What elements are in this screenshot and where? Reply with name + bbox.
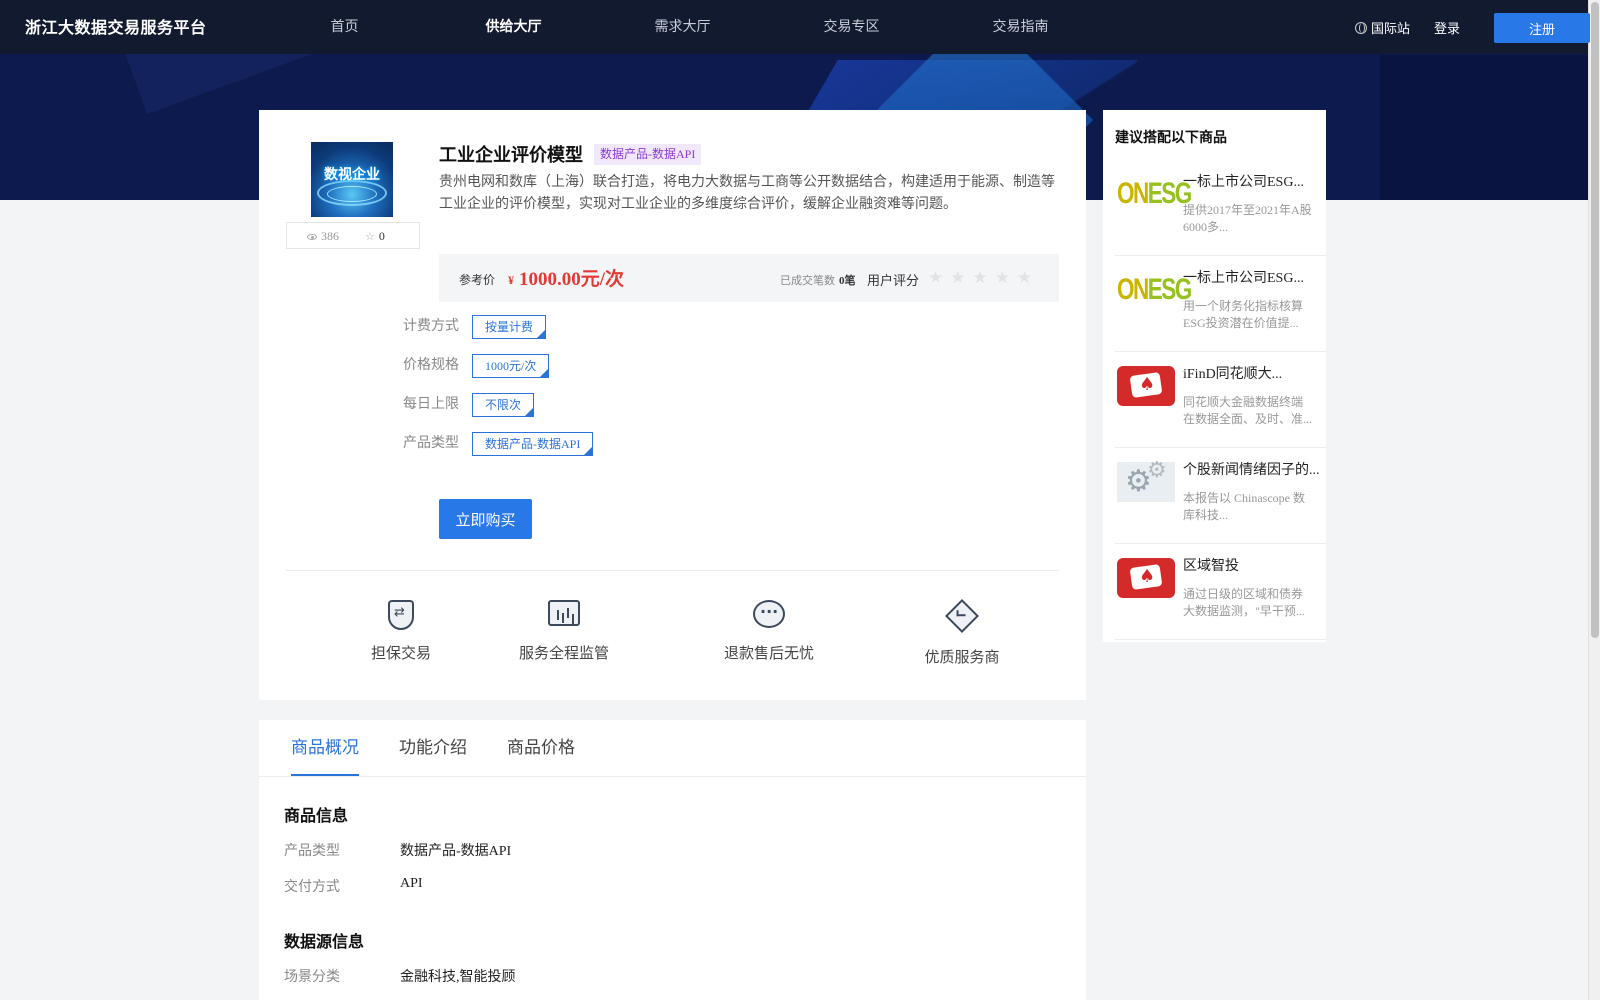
feature-label: 服务全程监管: [518, 646, 609, 662]
product-title: 工业企业评价模型: [439, 145, 583, 165]
divider: [286, 570, 1059, 571]
recommend-item-desc: 同花顺大金融数据终端在数据全面、及时、准...: [1183, 395, 1313, 426]
feature-guaranteed-trade: 担保交易: [341, 600, 461, 663]
recommend-title: 建议搭配以下商品: [1115, 131, 1227, 146]
feature-label: 优质服务商: [924, 650, 1000, 666]
price-spec-label: 价格规格: [403, 358, 459, 373]
nav-trade-guide[interactable]: 交易指南: [936, 0, 1105, 54]
feature-label: 担保交易: [370, 646, 431, 662]
login-link[interactable]: 登录: [1434, 18, 1460, 37]
gears-logo: [1117, 458, 1175, 502]
page-scrollbar[interactable]: [1588, 0, 1600, 1000]
recommend-item[interactable]: 个股新闻情绪因子的... 本报告以 Chinascope 数库科技...: [1115, 448, 1326, 544]
detail-value: 金融科技,智能投顾: [400, 970, 516, 985]
price-spec-option[interactable]: 1000元/次: [472, 354, 550, 378]
price-currency: ¥: [508, 273, 514, 287]
nav-demand-hall[interactable]: 需求大厅: [598, 0, 767, 54]
favorite-count: 0: [378, 229, 385, 243]
recommend-item[interactable]: ONESG 一标上市公司ESG... 用一个财务化指标核算ESG投资潜在价值提.…: [1115, 256, 1326, 352]
feature-quality-provider: 优质服务商: [902, 599, 1022, 667]
detail-key: 场景分类: [284, 970, 340, 985]
recommend-item-desc: 用一个财务化指标核算ESG投资潜在价值提...: [1183, 299, 1304, 330]
billing-method-option[interactable]: 按量计费: [472, 315, 547, 339]
chat-icon: [753, 600, 785, 628]
feature-refund-support: 退款售后无忧: [709, 600, 829, 663]
product-type-badge: 数据产品-数据API: [594, 144, 702, 165]
recommend-item-desc: 本报告以 Chinascope 数库科技...: [1183, 491, 1305, 522]
tab-overview[interactable]: 商品概况: [291, 720, 359, 776]
rating-label: 用户评分: [867, 273, 920, 288]
product-card: 数视企业 386 ☆ 0 工业企业评价模型 数据产品-数据API 贵州电网和数库…: [259, 110, 1086, 700]
recommend-item-name: 一标上市公司ESG...: [1183, 175, 1304, 190]
view-count: 386: [321, 229, 339, 243]
recommend-item-desc: 通过日级的区域和债券大数据监测，"早干预...: [1183, 587, 1305, 618]
star-icon: ★: [994, 268, 1010, 287]
onesg-logo: ONESG: [1117, 177, 1192, 210]
detail-value: 数据产品-数据API: [400, 844, 512, 859]
eye-icon: [307, 233, 317, 240]
price-label: 参考价: [459, 273, 496, 287]
section-heading: 商品信息: [284, 808, 349, 825]
recommend-item-name: 区域智投: [1183, 559, 1239, 574]
tabs-divider: [259, 776, 1086, 777]
daily-limit-option[interactable]: 不限次: [472, 393, 535, 417]
thumbnail-text: 数视企业: [324, 166, 380, 182]
star-icon: ★: [950, 268, 966, 287]
deal-count: 已成交笔数 0笔: [780, 275, 856, 287]
onesg-logo: ONESG: [1117, 273, 1192, 306]
recommend-item[interactable]: iFinD同花顺大... 同花顺大金融数据终端在数据全面、及时、准...: [1115, 352, 1326, 448]
product-type-label: 产品类型: [403, 436, 459, 451]
price-bar: 参考价 ¥ 1000.00元/次 已成交笔数 0笔 用户评分 ★ ★ ★ ★ ★: [439, 254, 1059, 302]
product-details-card: 商品概况 功能介绍 商品价格 商品信息 产品类型 数据产品-数据API 交付方式…: [259, 720, 1086, 1000]
product-thumbnail: 数视企业: [311, 142, 393, 217]
detail-key: 产品类型: [284, 844, 340, 859]
feature-label: 退款售后无忧: [723, 646, 814, 662]
shield-icon: [388, 600, 414, 630]
tab-pricing[interactable]: 商品价格: [507, 720, 575, 776]
star-icon: ★: [928, 268, 944, 287]
recommend-item-name: 个股新闻情绪因子的...: [1183, 463, 1320, 478]
nav-trade-zone[interactable]: 交易专区: [767, 0, 936, 54]
recommend-panel: 建议搭配以下商品 ONESG 一标上市公司ESG... 提供2017年至2021…: [1103, 110, 1326, 642]
international-site-link[interactable]: 国际站: [1355, 18, 1410, 37]
rating-stars: ★ ★ ★ ★ ★: [928, 268, 1032, 288]
star-icon: ★: [972, 268, 988, 287]
detail-value: API: [400, 876, 423, 891]
register-button[interactable]: 注册: [1494, 13, 1590, 43]
top-navbar: 浙江大数据交易服务平台 首页 供给大厅 需求大厅 交易专区 交易指南 国际站 登…: [0, 0, 1590, 54]
price-value: 1000.00元/次: [519, 269, 625, 290]
buy-now-button[interactable]: 立即购买: [439, 499, 532, 539]
recommend-item[interactable]: ONESG 一标上市公司ESG... 提供2017年至2021年A股6000多.…: [1115, 160, 1326, 256]
tab-features[interactable]: 功能介绍: [399, 720, 467, 776]
scrollbar-thumb[interactable]: [1591, 2, 1599, 638]
recommend-item-name: iFinD同花顺大...: [1183, 367, 1283, 382]
international-site-label: 国际站: [1371, 21, 1411, 36]
section-heading: 数据源信息: [284, 934, 365, 951]
monitor-icon: [548, 600, 580, 626]
product-description: 贵州电网和数库（上海）联合打造，将电力大数据与工商等公开数据结合，构建适用于能源…: [439, 175, 1055, 212]
detail-key: 交付方式: [284, 880, 340, 895]
product-stats: 386 ☆ 0: [286, 222, 420, 249]
product-type-option[interactable]: 数据产品-数据API: [472, 432, 594, 456]
ifind-logo: [1117, 366, 1175, 406]
nav-supply-hall[interactable]: 供给大厅: [429, 0, 598, 54]
daily-limit-label: 每日上限: [403, 397, 459, 412]
feature-full-supervision: 服务全程监管: [504, 600, 624, 663]
star-icon: ★: [1017, 268, 1033, 287]
brand-logo[interactable]: 浙江大数据交易服务平台: [25, 14, 207, 38]
star-outline-icon: ☆: [365, 231, 375, 243]
recommend-item[interactable]: 区域智投 通过日级的区域和债券大数据监测，"早干预...: [1115, 544, 1326, 640]
ifind-logo: [1117, 558, 1175, 598]
recommend-item-name: 一标上市公司ESG...: [1183, 271, 1304, 286]
detail-tabs: 商品概况 功能介绍 商品价格: [291, 720, 575, 776]
favorite-toggle[interactable]: ☆ 0: [365, 229, 385, 244]
nav-home[interactable]: 首页: [260, 0, 429, 54]
globe-icon: [1355, 21, 1367, 34]
recommend-item-desc: 提供2017年至2021年A股6000多...: [1183, 203, 1312, 234]
main-nav: 首页 供给大厅 需求大厅 交易专区 交易指南: [260, 0, 1105, 54]
billing-method-label: 计费方式: [403, 319, 459, 334]
diamond-icon: [945, 599, 979, 633]
